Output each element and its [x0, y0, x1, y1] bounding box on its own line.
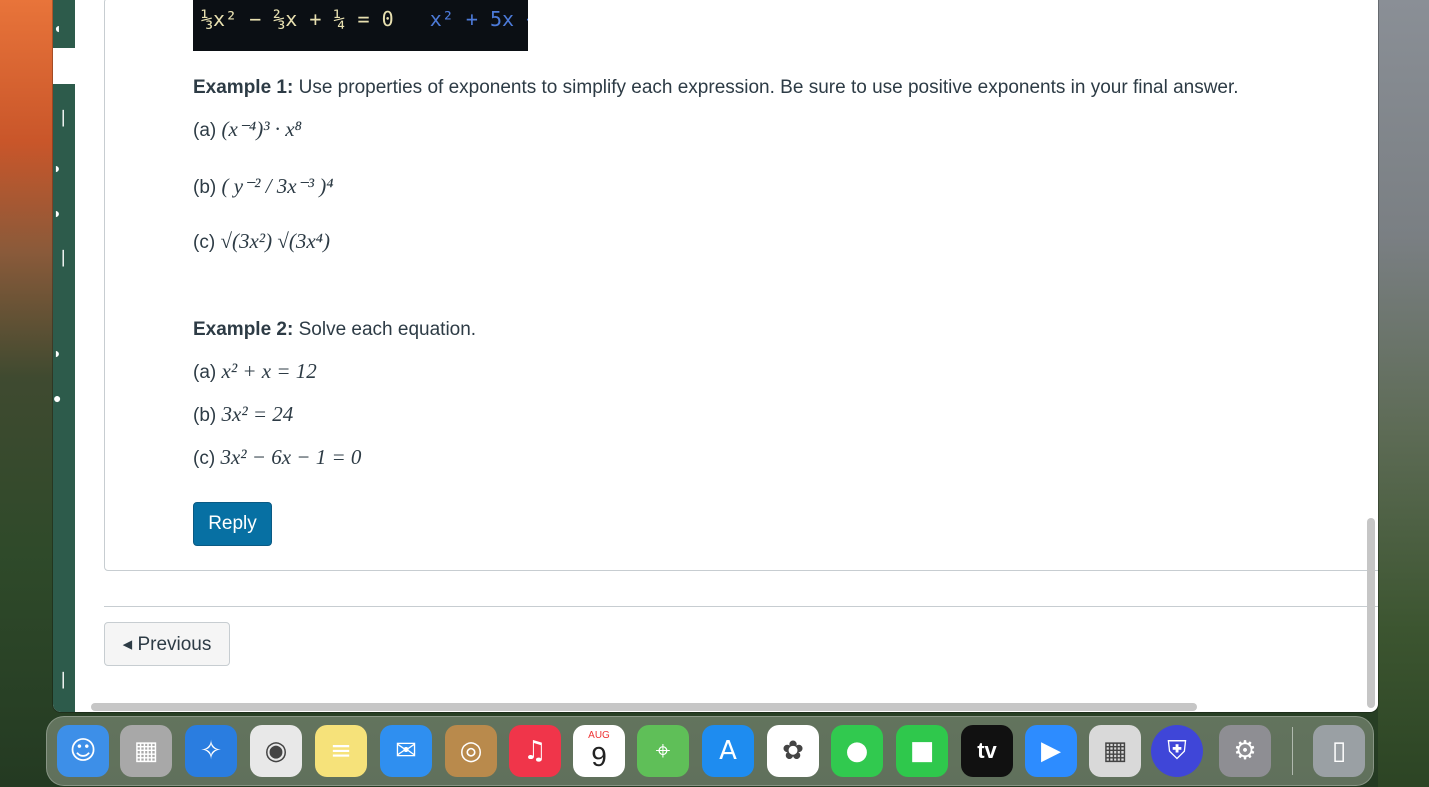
- music-icon[interactable]: ♫: [509, 725, 561, 777]
- photos-icon[interactable]: ✿: [767, 725, 819, 777]
- calculator-icon[interactable]: ▦: [1089, 725, 1141, 777]
- safari-icon[interactable]: ✧: [185, 725, 237, 777]
- example2-prompt: Example 2: Solve each equation.: [193, 319, 476, 341]
- example1-prompt: Example 1: Use properties of exponents t…: [193, 77, 1239, 99]
- notes-icon[interactable]: ≡: [315, 725, 367, 777]
- finder-icon[interactable]: ☺: [57, 725, 109, 777]
- rail-icon[interactable]: ◖: [53, 20, 61, 36]
- contacts-icon[interactable]: ◎: [445, 725, 497, 777]
- example1-item-c: (c) √(3x²) √(3x⁴): [193, 229, 330, 254]
- course-nav-rail: ◖ ▕ ◗ ◗ ▕ ◗ ● ▕: [53, 0, 75, 712]
- discussion-entry: ⅓x² − ⅔x + ¼ = 0 x² + 5x + 1 = 0 Example…: [104, 0, 1378, 571]
- chrome-icon[interactable]: ◉: [250, 725, 302, 777]
- mail-icon[interactable]: ✉: [380, 725, 432, 777]
- example2-item-c: (c) 3x² − 6x − 1 = 0: [193, 445, 361, 470]
- previous-button[interactable]: ◂ Previous: [104, 622, 230, 666]
- math-expression: (x⁻⁴)³ · x⁸: [221, 117, 302, 141]
- math-expression: ( y⁻² / 3x⁻³ )⁴: [221, 174, 334, 198]
- math-expression: 3x² = 24: [221, 402, 294, 426]
- example1-item-b: (b) ( y⁻² / 3x⁻³ )⁴: [193, 174, 334, 199]
- rail-icon[interactable]: ▕: [53, 110, 64, 127]
- example1-text: Use properties of exponents to simplify …: [293, 77, 1239, 98]
- app-store-icon[interactable]: A: [702, 725, 754, 777]
- item-label: (c): [193, 448, 216, 469]
- equation-image-part2: x² + 5x + 1 = 0: [429, 7, 528, 31]
- item-label: (c): [193, 232, 216, 253]
- facetime-icon[interactable]: ■: [896, 725, 948, 777]
- rail-icon[interactable]: ◗: [53, 345, 61, 361]
- maps-icon[interactable]: ⌖: [637, 725, 689, 777]
- example2-item-b: (b) 3x² = 24: [193, 402, 293, 427]
- launchpad-icon[interactable]: ▦: [120, 725, 172, 777]
- equation-image: ⅓x² − ⅔x + ¼ = 0 x² + 5x + 1 = 0: [193, 0, 528, 51]
- macos-dock: ☺ ▦ ✧ ◉ ≡ ✉ ◎ ♫ AUG 9 ⌖ A ✿ ● ■ tv ▶ ▦ ⛨ ⚙ ▯: [46, 716, 1374, 786]
- rail-icon[interactable]: ▕: [53, 672, 64, 689]
- rail-icon[interactable]: ▕: [53, 250, 64, 267]
- rail-active-item[interactable]: [53, 48, 75, 84]
- vertical-scrollbar[interactable]: [1367, 518, 1375, 708]
- horizontal-scrollbar[interactable]: [91, 703, 1197, 711]
- calendar-icon[interactable]: AUG 9: [573, 725, 625, 777]
- item-label: (b): [193, 177, 217, 198]
- messages-icon[interactable]: ●: [831, 725, 883, 777]
- math-expression: 3x² − 6x − 1 = 0: [220, 445, 362, 469]
- equation-image-part1: ⅓x² − ⅔x + ¼ = 0: [201, 7, 394, 31]
- browser-window: ◖ ▕ ◗ ◗ ▕ ◗ ● ▕ ⅓x² − ⅔x + ¼ = 0 x² + 5x…: [53, 0, 1378, 712]
- example2-text: Solve each equation.: [293, 319, 477, 340]
- math-expression: x² + x = 12: [221, 359, 317, 383]
- example2-item-a: (a) x² + x = 12: [193, 359, 317, 384]
- item-label: (a): [193, 362, 217, 383]
- math-expression: √(3x²) √(3x⁴): [220, 229, 330, 253]
- rail-icon[interactable]: ◗: [53, 205, 61, 221]
- item-label: (b): [193, 405, 217, 426]
- example1-label: Example 1:: [193, 77, 294, 98]
- trash-icon[interactable]: ▯: [1313, 725, 1365, 777]
- footer-divider: [104, 606, 1378, 607]
- dock-separator: [1292, 727, 1293, 775]
- example1-item-a: (a) (x⁻⁴)³ · x⁸: [193, 117, 302, 142]
- reply-button[interactable]: Reply: [193, 502, 272, 546]
- calendar-day: 9: [591, 741, 607, 772]
- item-label: (a): [193, 120, 217, 141]
- apple-tv-icon[interactable]: tv: [961, 725, 1013, 777]
- desktop-wallpaper: [1378, 0, 1429, 787]
- rail-icon[interactable]: ●: [53, 390, 61, 406]
- example2-label: Example 2:: [193, 319, 294, 340]
- system-settings-icon[interactable]: ⚙: [1219, 725, 1271, 777]
- zoom-icon[interactable]: ▶: [1025, 725, 1077, 777]
- vpn-shield-icon[interactable]: ⛨: [1151, 725, 1203, 777]
- rail-icon[interactable]: ◗: [53, 160, 61, 176]
- apple-tv-label: tv: [977, 738, 997, 763]
